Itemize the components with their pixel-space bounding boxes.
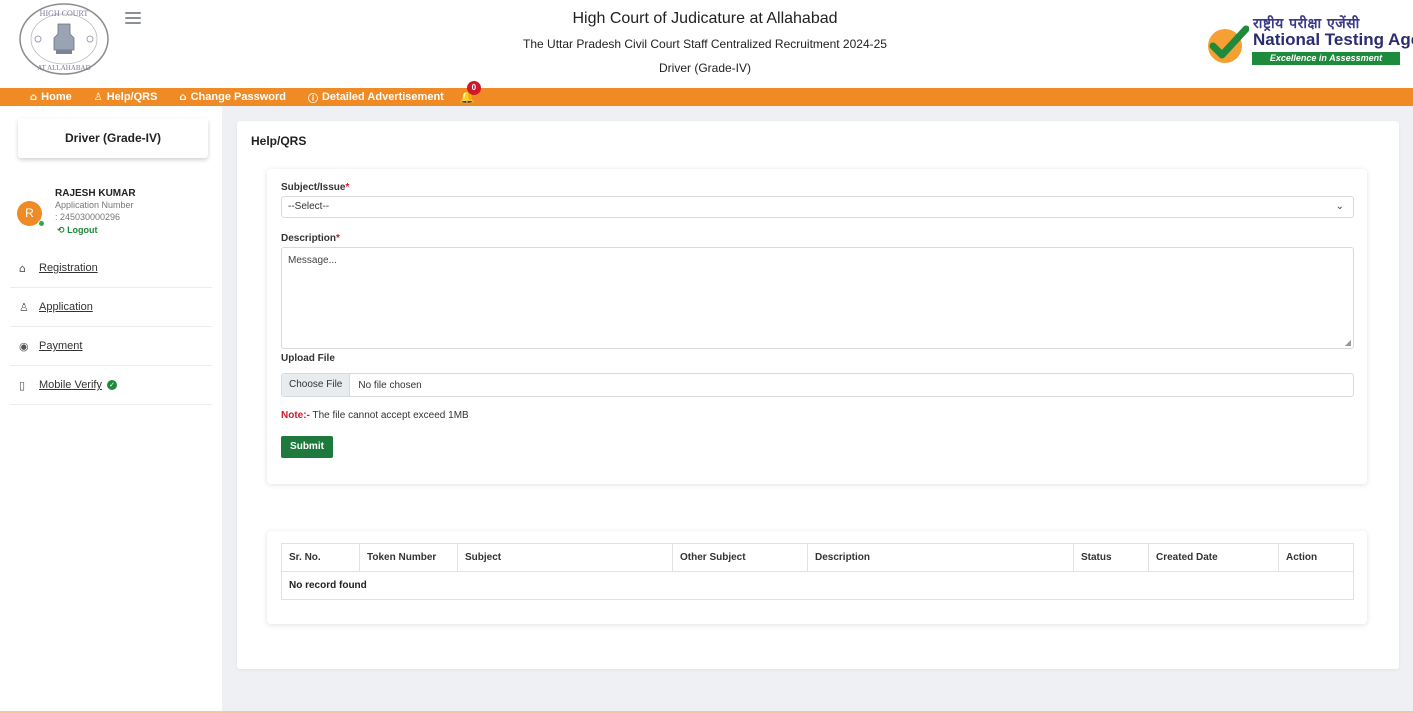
hamburger-menu-icon[interactable] xyxy=(125,12,141,26)
nav-change-password[interactable]: ⌂ Change Password xyxy=(179,91,286,103)
page-title: Help/QRS xyxy=(251,134,307,148)
sidebar-item-mobile-verify[interactable]: ▯ Mobile Verify ✓ xyxy=(10,366,212,405)
mobile-icon: ▯ xyxy=(19,378,26,392)
col-other-subject: Other Subject xyxy=(672,543,808,572)
help-form-card: Subject/Issue* --Select-- ⌄ Description*… xyxy=(267,169,1367,484)
logout-icon: ⟲ xyxy=(57,226,65,236)
col-sr-no: Sr. No. xyxy=(281,543,360,572)
user-icon: ♙ xyxy=(93,91,103,103)
col-action: Action xyxy=(1278,543,1354,572)
col-status: Status xyxy=(1073,543,1149,572)
file-input[interactable]: Choose File No file chosen xyxy=(281,373,1354,397)
records-table: Sr. No. Token Number Subject Other Subje… xyxy=(281,543,1354,600)
logout-link[interactable]: ⟲ Logout xyxy=(57,225,98,236)
table-row: No record found xyxy=(281,571,1354,600)
application-number-label: Application Number xyxy=(55,200,134,210)
header-titles: High Court of Judicature at Allahabad Th… xyxy=(400,10,1010,75)
records-table-card: Sr. No. Token Number Subject Other Subje… xyxy=(267,531,1367,624)
recruitment-title: The Uttar Pradesh Civil Court Staff Cent… xyxy=(523,37,887,51)
user-name: RAJESH KUMAR xyxy=(55,188,136,199)
col-created-date: Created Date xyxy=(1148,543,1279,572)
nta-check-icon xyxy=(1208,25,1249,63)
table-header-row: Sr. No. Token Number Subject Other Subje… xyxy=(281,543,1354,572)
description-textarea[interactable]: Message... ◢ xyxy=(281,247,1354,349)
nta-english-name: National Testing Agency xyxy=(1253,30,1413,49)
top-nav: ⌂ Home ♙ Help/QRS ⌂ Change Password ⓘ De… xyxy=(0,81,1413,106)
svg-text:AT ALLAHABAD: AT ALLAHABAD xyxy=(37,64,90,72)
info-icon: ⓘ xyxy=(307,93,318,105)
sidebar-item-registration[interactable]: ⌂ Registration xyxy=(10,249,212,288)
upload-file-label: Upload File xyxy=(281,353,335,364)
verified-check-icon: ✓ xyxy=(106,380,117,390)
home-icon: ⌂ xyxy=(30,91,38,103)
notification-count-badge: 0 xyxy=(466,81,481,95)
main-panel: Help/QRS Subject/Issue* --Select-- ⌄ Des… xyxy=(237,121,1399,669)
subject-label: Subject/Issue* xyxy=(281,182,350,193)
sidebar-post-title: Driver (Grade-IV) xyxy=(18,118,208,158)
sidebar-item-payment[interactable]: ◉ Payment xyxy=(10,327,212,366)
home-outline-icon: ⌂ xyxy=(19,261,26,275)
high-court-logo: HIGH COURT AT ALLAHABAD xyxy=(19,3,109,75)
payment-icon: ◉ xyxy=(19,339,29,353)
sidebar-item-application[interactable]: ♙ Application xyxy=(10,288,212,327)
description-label: Description* xyxy=(281,233,340,244)
svg-text:HIGH COURT: HIGH COURT xyxy=(40,9,89,18)
empty-table-message: No record found xyxy=(281,571,1354,600)
submit-button[interactable]: Submit xyxy=(281,436,333,458)
nav-detailed-advertisement[interactable]: ⓘ Detailed Advertisement xyxy=(308,90,444,105)
user-add-icon: ♙ xyxy=(19,300,29,314)
col-subject: Subject xyxy=(457,543,673,572)
file-size-note: Note:- The file cannot accept exceed 1MB xyxy=(281,410,469,421)
choose-file-button[interactable]: Choose File xyxy=(282,374,351,396)
sidebar: Driver (Grade-IV) R RAJESH KUMAR Applica… xyxy=(0,106,222,713)
file-status-text: No file chosen xyxy=(358,379,422,391)
page-heading: High Court of Judicature at Allahabad xyxy=(572,10,838,27)
application-number: : 245030000296 xyxy=(55,212,121,222)
lock-icon: ⌂ xyxy=(179,91,187,103)
nta-logo: राष्ट्रीय परीक्षा एजेंसी National Testin… xyxy=(1205,14,1413,72)
nav-help-qrs[interactable]: ♙ Help/QRS xyxy=(94,91,158,103)
nav-home[interactable]: ⌂ Home xyxy=(30,91,72,103)
online-status-dot xyxy=(38,220,45,227)
col-token-number: Token Number xyxy=(359,543,458,572)
post-name: Driver (Grade-IV) xyxy=(658,61,751,75)
notification-bell-icon[interactable]: 🔔 0 xyxy=(460,81,481,104)
subject-select[interactable]: --Select-- ⌄ xyxy=(281,196,1354,218)
nta-tagline: Excellence in Assessment xyxy=(1252,52,1400,65)
header: HIGH COURT AT ALLAHABAD High Court of Ju… xyxy=(0,0,1413,88)
resize-handle-icon[interactable]: ◢ xyxy=(1345,338,1351,347)
col-description: Description xyxy=(807,543,1074,572)
chevron-down-icon: ⌄ xyxy=(1335,201,1344,212)
